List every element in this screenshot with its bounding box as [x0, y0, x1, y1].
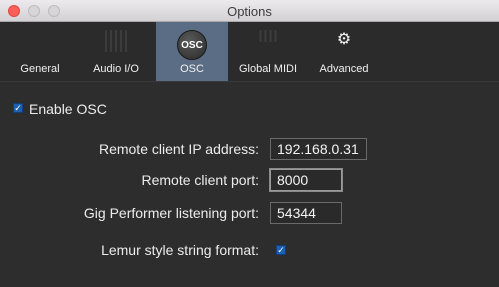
- tab-audio-io[interactable]: Audio I/O: [84, 22, 148, 81]
- tab-label: OSC: [180, 63, 204, 75]
- tab-osc[interactable]: OSC OSC: [156, 22, 228, 81]
- tab-label: Audio I/O: [93, 63, 139, 75]
- lemur-format-label: Lemur style string format:: [101, 242, 259, 258]
- osc-settings-panel: ✓ Enable OSC Remote client IP address: R…: [0, 82, 499, 287]
- tab-label: Global MIDI: [238, 63, 298, 75]
- window-title: Options: [227, 4, 272, 19]
- enable-osc-label: Enable OSC: [29, 101, 107, 117]
- listening-port-label: Gig Performer listening port:: [83, 205, 259, 221]
- lemur-format-checkbox[interactable]: ✓: [276, 245, 286, 255]
- remote-port-label: Remote client port:: [141, 172, 260, 188]
- remote-ip-label: Remote client IP address:: [98, 141, 259, 157]
- title-bar: Options: [0, 0, 499, 22]
- tab-general[interactable]: General: [10, 22, 70, 81]
- enable-osc-checkbox[interactable]: ✓: [13, 103, 23, 113]
- tab-global-midi[interactable]: Global MIDI: [234, 22, 302, 81]
- gear-icon: ⚙: [336, 31, 352, 48]
- remote-ip-input[interactable]: [270, 138, 367, 160]
- tab-advanced[interactable]: ⚙ Advanced: [312, 22, 376, 81]
- audio-meter-icon: [105, 30, 127, 52]
- preferences-toolbar: General Audio I/O OSC OSC Global MIDI ⚙ …: [0, 22, 499, 82]
- remote-port-input[interactable]: [270, 169, 342, 191]
- osc-icon: OSC: [177, 30, 207, 60]
- midi-keys-icon: [259, 30, 277, 42]
- tab-label: Advanced: [319, 63, 369, 75]
- tab-label: General: [20, 63, 60, 75]
- listening-port-input[interactable]: [270, 202, 342, 224]
